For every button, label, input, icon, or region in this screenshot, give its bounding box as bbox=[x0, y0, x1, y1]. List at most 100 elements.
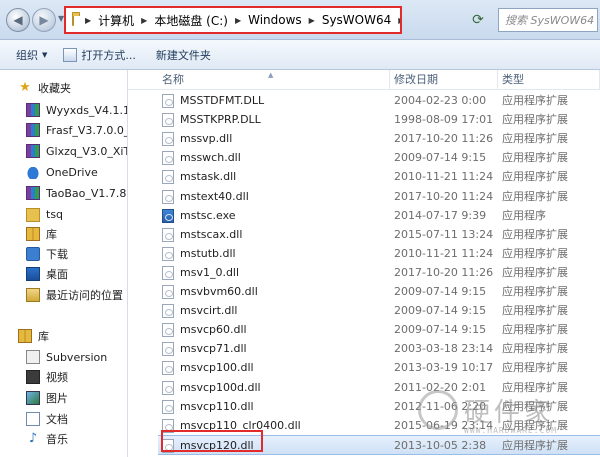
nav-item-downloads[interactable]: 下载 bbox=[26, 244, 127, 264]
command-bar: 组织 ▼ 打开方式... 新建文件夹 bbox=[0, 40, 600, 70]
organize-button[interactable]: 组织 ▼ bbox=[16, 47, 47, 63]
nav-item-onedrive[interactable]: OneDrive bbox=[26, 162, 127, 182]
nav-libraries-header[interactable]: 库 bbox=[18, 326, 127, 346]
breadcrumb[interactable]: ▶ 计算机 ▶ 本地磁盘 (C:) ▶ Windows ▶ SysWOW64 ▶ bbox=[64, 6, 402, 34]
nav-label: 下载 bbox=[46, 248, 68, 261]
nav-favorites-header[interactable]: ★ 收藏夹 bbox=[18, 78, 127, 98]
file-type: 应用程序扩展 bbox=[502, 323, 568, 337]
video-icon bbox=[26, 370, 40, 384]
open-with-button[interactable]: 打开方式... bbox=[63, 47, 136, 63]
chevron-right-icon[interactable]: ▶ bbox=[85, 16, 91, 25]
file-type: 应用程序扩展 bbox=[502, 380, 568, 394]
nav-item-wyyxds[interactable]: Wyyxds_V4.1.1. bbox=[26, 100, 128, 120]
column-type[interactable]: 类型 bbox=[498, 70, 600, 90]
picture-icon bbox=[26, 391, 40, 405]
nav-item-library[interactable]: 库 bbox=[26, 224, 127, 244]
window-icon bbox=[63, 47, 78, 62]
chevron-right-icon[interactable]: ▶ bbox=[309, 16, 315, 25]
breadcrumb-computer[interactable]: 计算机 bbox=[98, 12, 134, 29]
file-row[interactable]: mstsc.exe 2014-07-17 9:39 应用程序 bbox=[158, 206, 600, 226]
breadcrumb-syswow64[interactable]: SysWOW64 bbox=[322, 13, 391, 27]
file-row[interactable]: msv1_0.dll 2017-10-20 11:26 应用程序扩展 bbox=[158, 263, 600, 283]
file-name: mstext40.dll bbox=[180, 189, 249, 203]
file-date: 2009-07-14 9:15 bbox=[394, 323, 487, 337]
dll-file-icon bbox=[162, 361, 174, 376]
file-row[interactable]: msvcp71.dll 2003-03-18 23:14 应用程序扩展 bbox=[158, 339, 600, 359]
file-row[interactable]: msswch.dll 2009-07-14 9:15 应用程序扩展 bbox=[158, 148, 600, 168]
file-row[interactable]: mstscax.dll 2015-07-11 13:24 应用程序扩展 bbox=[158, 225, 600, 245]
refresh-button[interactable]: ⟳ bbox=[468, 10, 488, 30]
file-row[interactable]: msvcp100d.dll 2011-02-20 2:01 应用程序扩展 bbox=[158, 378, 600, 398]
desktop-icon bbox=[26, 267, 40, 281]
new-folder-button[interactable]: 新建文件夹 bbox=[156, 47, 211, 63]
file-name: MSSTDFMT.DLL bbox=[180, 94, 265, 107]
file-date: 2004-02-23 0:00 bbox=[394, 94, 487, 107]
nav-label: TaoBao_V1.7.8. bbox=[46, 186, 128, 200]
file-row[interactable]: mstask.dll 2010-11-21 11:24 应用程序扩展 bbox=[158, 167, 600, 187]
nav-item-taobao[interactable]: TaoBao_V1.7.8. bbox=[26, 183, 128, 203]
nav-label: Glxzq_V3.0_XiTo bbox=[46, 144, 128, 158]
search-input[interactable]: 搜索 SysWOW64 bbox=[498, 8, 598, 32]
dll-file-icon bbox=[162, 342, 174, 357]
file-name: MSSTKPRP.DLL bbox=[180, 113, 261, 127]
file-row[interactable]: mstext40.dll 2017-10-20 11:24 应用程序扩展 bbox=[158, 187, 600, 207]
file-date: 2013-03-19 10:17 bbox=[394, 361, 494, 375]
file-type: 应用程序扩展 bbox=[502, 285, 568, 298]
nav-item-tsq[interactable]: tsq bbox=[26, 204, 127, 224]
file-type: 应用程序扩展 bbox=[502, 265, 568, 279]
file-name: mssvp.dll bbox=[180, 132, 233, 146]
chevron-right-icon[interactable]: ▶ bbox=[235, 16, 241, 25]
file-date: 2009-07-14 9:15 bbox=[394, 151, 487, 165]
chevron-right-icon[interactable]: ▶ bbox=[398, 16, 400, 25]
folder-icon bbox=[72, 11, 80, 26]
file-row[interactable]: msvcp60.dll 2009-07-14 9:15 应用程序扩展 bbox=[158, 320, 600, 340]
nav-label: tsq bbox=[46, 207, 64, 221]
nav-item-recent-places[interactable]: 最近访问的位置 bbox=[26, 285, 127, 305]
file-date: 2010-11-21 11:24 bbox=[394, 170, 494, 184]
file-name: mstutb.dll bbox=[180, 246, 236, 260]
file-name: msv1_0.dll bbox=[180, 265, 240, 279]
file-row[interactable]: msvbvm60.dll 2009-07-14 9:15 应用程序扩展 bbox=[158, 282, 600, 302]
file-date: 2015-07-11 13:24 bbox=[394, 227, 494, 241]
nav-label: 最近访问的位置 bbox=[46, 289, 123, 302]
nav-label: 音乐 bbox=[46, 433, 68, 446]
nav-item-desktop[interactable]: 桌面 bbox=[26, 264, 127, 284]
nav-item-pictures[interactable]: 图片 bbox=[26, 388, 127, 408]
file-type: 应用程序扩展 bbox=[502, 132, 568, 146]
address-bar: ◀ ▶ ▼ ▶ 计算机 ▶ 本地磁盘 (C:) ▶ Windows ▶ SysW… bbox=[0, 0, 600, 40]
file-row[interactable]: MSSTDFMT.DLL 2004-02-23 0:00 应用程序扩展 bbox=[158, 91, 600, 111]
nav-label: Wyyxds_V4.1.1. bbox=[46, 103, 128, 117]
column-name[interactable]: 名称 bbox=[158, 70, 390, 90]
nav-item-music[interactable]: ♪ 音乐 bbox=[26, 429, 127, 449]
chevron-right-icon[interactable]: ▶ bbox=[141, 16, 147, 25]
file-row[interactable]: mstutb.dll 2010-11-21 11:24 应用程序扩展 bbox=[158, 244, 600, 264]
file-name: msswch.dll bbox=[180, 151, 241, 165]
dll-file-icon bbox=[162, 113, 174, 128]
nav-item-documents[interactable]: 文档 bbox=[26, 409, 127, 429]
nav-item-glxzq[interactable]: Glxzq_V3.0_XiTo bbox=[26, 141, 128, 161]
file-date: 2009-07-14 9:15 bbox=[394, 285, 487, 298]
nav-label: 图片 bbox=[46, 392, 68, 405]
refresh-icon: ⟳ bbox=[472, 12, 484, 28]
file-row[interactable]: msvcp110.dll 2012-11-06 2:20 应用程序扩展 bbox=[158, 397, 600, 417]
nav-label: Subversion bbox=[46, 350, 108, 364]
file-type: 应用程序扩展 bbox=[502, 151, 568, 165]
back-button[interactable]: ◀ bbox=[6, 8, 30, 32]
file-row[interactable]: MSSTKPRP.DLL 1998-08-09 17:01 应用程序扩展 bbox=[158, 110, 600, 130]
nav-item-videos[interactable]: 视频 bbox=[26, 367, 127, 387]
file-row[interactable]: msvcp100.dll 2013-03-19 10:17 应用程序扩展 bbox=[158, 358, 600, 378]
nav-item-frasf[interactable]: Frasf_V3.7.0.0_X bbox=[26, 120, 127, 140]
nav-item-subversion[interactable]: Subversion bbox=[26, 347, 127, 367]
arrow-right-icon: ▶ bbox=[39, 13, 49, 27]
nav-label: 文档 bbox=[46, 413, 68, 426]
column-date-modified[interactable]: 修改日期 bbox=[390, 70, 498, 90]
archive-icon bbox=[26, 123, 40, 137]
file-type: 应用程序扩展 bbox=[502, 304, 568, 318]
file-date: 2009-07-14 9:15 bbox=[394, 304, 487, 318]
breadcrumb-windows[interactable]: Windows bbox=[248, 13, 302, 27]
file-row[interactable]: mssvp.dll 2017-10-20 11:26 应用程序扩展 bbox=[158, 129, 600, 149]
dll-file-icon bbox=[162, 380, 174, 395]
forward-button[interactable]: ▶ bbox=[32, 8, 56, 32]
breadcrumb-drive-c[interactable]: 本地磁盘 (C:) bbox=[154, 12, 228, 29]
file-row[interactable]: msvcirt.dll 2009-07-14 9:15 应用程序扩展 bbox=[158, 301, 600, 321]
